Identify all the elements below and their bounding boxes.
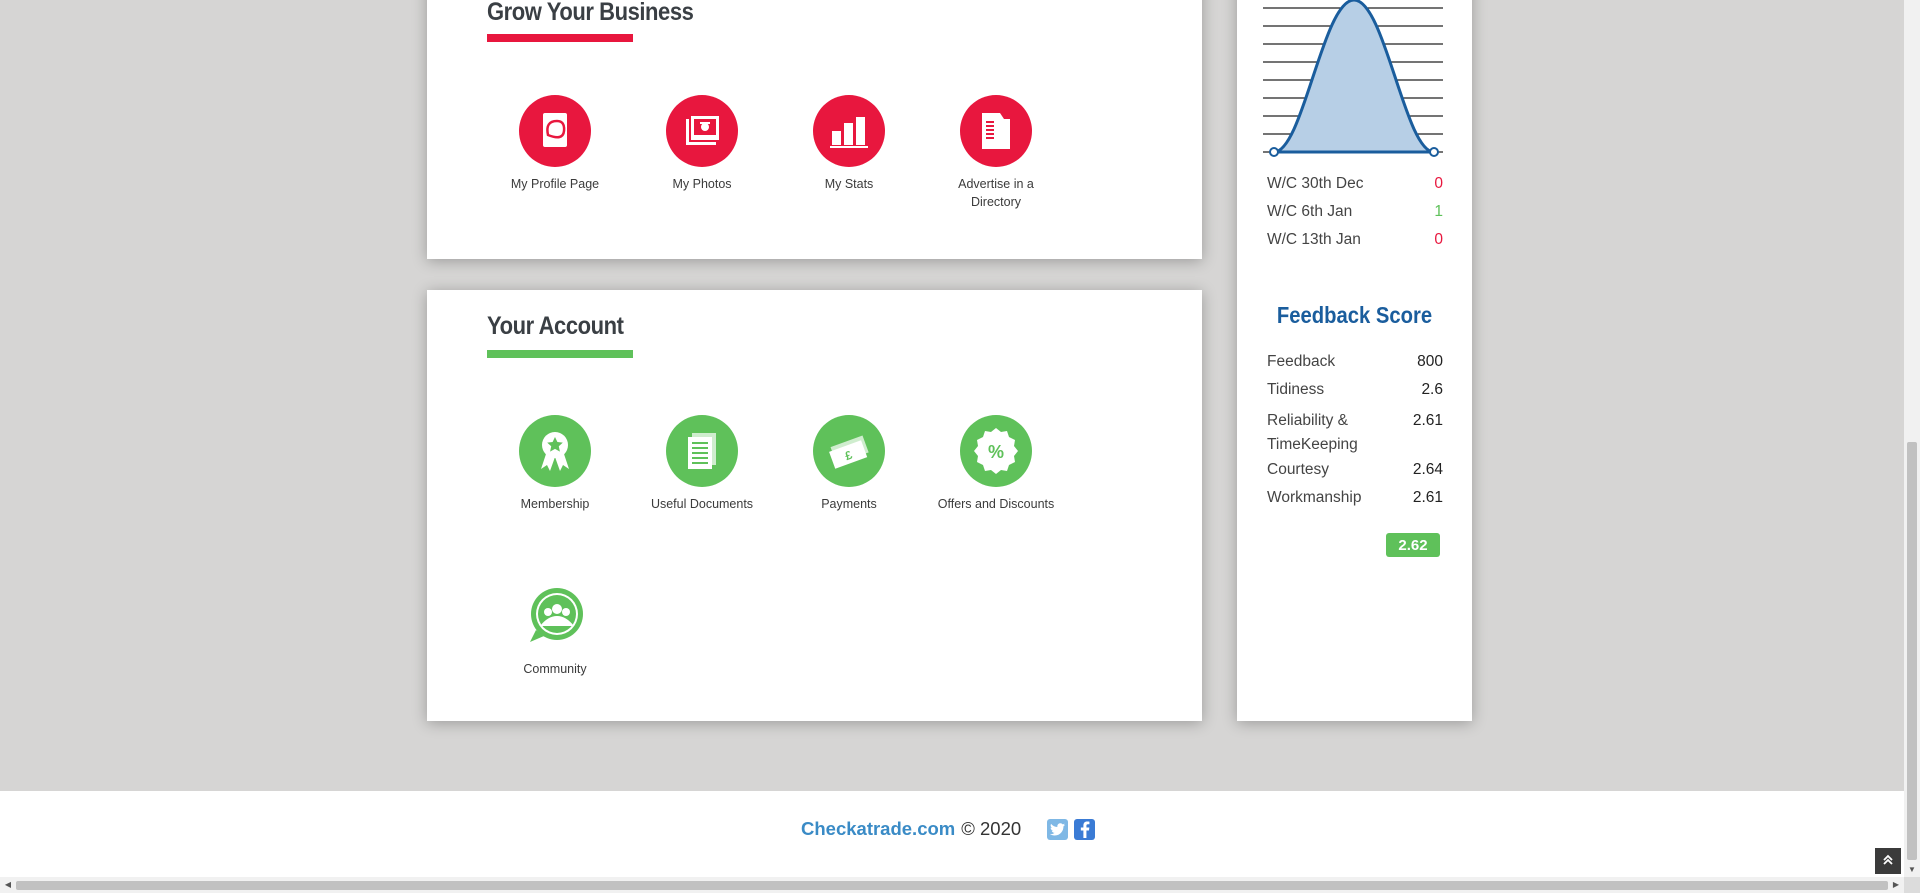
tile-label: Payments — [821, 497, 877, 511]
week-value: 0 — [1434, 175, 1443, 192]
week-label: W/C 6th Jan — [1267, 203, 1353, 220]
tile-useful-documents[interactable]: Useful Documents — [642, 415, 762, 513]
score-row: Workmanship 2.61 — [1267, 489, 1443, 507]
tile-community[interactable]: Community — [495, 580, 615, 678]
week-label: W/C 30th Dec — [1267, 175, 1364, 192]
directory-icon — [960, 95, 1032, 167]
tile-label: Community — [523, 662, 587, 676]
score-value: 2.6 — [1421, 381, 1443, 398]
score-label: Workmanship — [1267, 489, 1362, 506]
your-account-card: Your Account Membership Useful Documents… — [427, 290, 1202, 721]
score-value: 2.64 — [1412, 461, 1443, 478]
score-value: 2.61 — [1412, 412, 1443, 429]
vertical-scrollbar[interactable]: ▼ — [1904, 0, 1920, 877]
back-to-top-button[interactable] — [1875, 848, 1901, 874]
footer-content: Checkatrade.com © 2020 — [801, 818, 1096, 840]
score-label: Reliability & TimeKeeping — [1267, 412, 1358, 453]
horizontal-scrollbar[interactable]: ◀ ▶ — [0, 877, 1904, 893]
feedback-score-title: Feedback Score — [1276, 302, 1433, 328]
score-row: Feedback 800 — [1267, 353, 1443, 371]
account-title-underline — [487, 350, 633, 358]
discount-icon: % — [960, 415, 1032, 487]
payments-icon: £ — [813, 415, 885, 487]
tile-label: My Photos — [672, 177, 732, 191]
tile-label: Advertise in a Directory — [958, 177, 1034, 209]
photos-icon — [666, 95, 738, 167]
score-label: Courtesy — [1267, 461, 1330, 478]
tile-label: Membership — [520, 497, 590, 511]
vertical-scroll-thumb[interactable] — [1907, 442, 1917, 860]
scroll-down-arrow-icon[interactable]: ▼ — [1904, 863, 1920, 877]
tile-membership[interactable]: Membership — [495, 415, 615, 513]
score-label: Feedback — [1267, 353, 1336, 370]
horizontal-scroll-thumb[interactable] — [16, 881, 1888, 890]
week-value: 0 — [1434, 231, 1443, 248]
your-account-title: Your Account — [487, 312, 624, 340]
week-value: 1 — [1434, 203, 1443, 220]
footer-brand-link[interactable]: Checkatrade.com — [801, 818, 955, 840]
week-row: W/C 13th Jan 0 — [1267, 231, 1443, 249]
grow-business-card: Grow Your Business My Profile Page My Ph… — [427, 0, 1202, 259]
tile-label: Useful Documents — [650, 497, 754, 511]
tile-label: My Stats — [824, 177, 874, 191]
tile-advertise-directory[interactable]: Advertise in a Directory — [936, 95, 1056, 211]
overall-score-badge: 2.62 — [1386, 533, 1440, 557]
membership-badge-icon — [519, 415, 591, 487]
grow-business-title: Grow Your Business — [487, 0, 694, 26]
svg-text:%: % — [988, 442, 1004, 462]
tile-payments[interactable]: £ Payments — [789, 415, 909, 513]
score-label: Tidiness — [1267, 381, 1325, 398]
double-chevron-up-icon — [1882, 854, 1894, 869]
score-row: Courtesy 2.64 — [1267, 461, 1443, 479]
tile-my-profile-page[interactable]: My Profile Page — [495, 95, 615, 193]
scroll-right-arrow-icon[interactable]: ▶ — [1888, 877, 1904, 893]
tile-label: My Profile Page — [510, 177, 600, 191]
footer-copyright: © 2020 — [961, 818, 1022, 839]
score-value: 800 — [1417, 353, 1443, 370]
tile-label: Offers and Discounts — [937, 497, 1055, 511]
scrollbar-corner — [1904, 877, 1920, 893]
documents-icon — [666, 415, 738, 487]
page-footer: Checkatrade.com © 2020 — [0, 791, 1904, 877]
tile-my-stats[interactable]: My Stats — [789, 95, 909, 193]
profile-page-icon — [519, 95, 591, 167]
stats-feedback-card: W/C 30th Dec 0 W/C 6th Jan 1 W/C 13th Ja… — [1237, 0, 1472, 721]
score-row: Tidiness 2.6 — [1267, 381, 1443, 399]
stats-icon — [813, 95, 885, 167]
tile-offers-discounts[interactable]: % Offers and Discounts — [936, 415, 1056, 513]
score-row: Reliability & TimeKeeping 2.61 — [1267, 409, 1443, 457]
week-row: W/C 6th Jan 1 — [1267, 203, 1443, 221]
weekly-stats-graph — [1263, 0, 1443, 160]
grow-title-underline — [487, 34, 633, 42]
week-label: W/C 13th Jan — [1267, 231, 1361, 248]
week-row: W/C 30th Dec 0 — [1267, 175, 1443, 193]
community-icon — [519, 580, 591, 652]
tile-my-photos[interactable]: My Photos — [642, 95, 762, 193]
score-value: 2.61 — [1412, 489, 1443, 506]
scroll-left-arrow-icon[interactable]: ◀ — [0, 877, 16, 893]
twitter-icon[interactable] — [1047, 818, 1069, 840]
facebook-icon[interactable] — [1074, 818, 1096, 840]
